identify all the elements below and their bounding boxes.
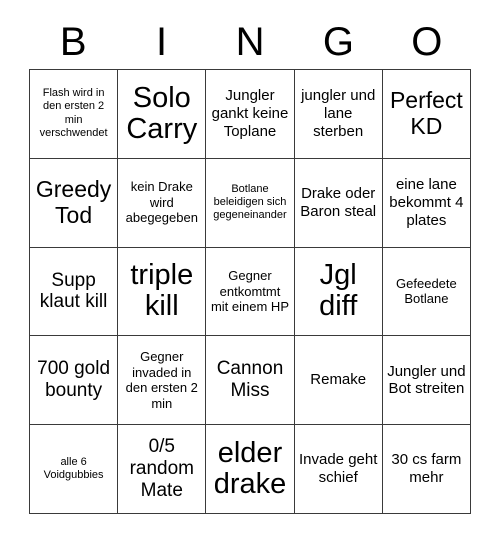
bingo-cell[interactable]: Greedy Tod <box>30 158 119 248</box>
bingo-header-letter-b: B <box>59 19 87 64</box>
bingo-cell-label: 0/5 random Mate <box>129 436 194 502</box>
bingo-cell[interactable]: triple kill <box>118 247 207 337</box>
bingo-cell[interactable]: kein Drake wird abegegeben <box>118 158 207 248</box>
bingo-header-row: B I N G O <box>29 14 471 69</box>
bingo-cell[interactable]: Gegner entkomtmt mit einem HP <box>206 247 295 337</box>
bingo-cell-label: Gegner invaded in den ersten 2 min <box>125 349 198 411</box>
bingo-cell[interactable]: 700 gold bounty <box>30 336 119 426</box>
bingo-cell[interactable]: Perfect KD <box>382 70 471 159</box>
bingo-cell[interactable]: alle 6 Voidgubbies <box>30 425 119 514</box>
bingo-cell[interactable]: Jungler und Bot streiten <box>382 336 471 426</box>
bingo-cell-label: Solo Carry <box>126 81 198 145</box>
bingo-cell[interactable]: Supp klaut kill <box>30 247 119 337</box>
bingo-grid: Flash wird in den ersten 2 min verschwen… <box>29 69 471 514</box>
bingo-cell[interactable]: eine lane bekommt 4 plates <box>382 158 471 248</box>
bingo-cell-label: Flash wird in den ersten 2 min verschwen… <box>39 87 108 140</box>
bingo-cell[interactable]: Gefeedete Botlane <box>382 247 471 337</box>
bingo-cell[interactable]: Jungler gankt keine Toplane <box>206 70 295 159</box>
bingo-cell-label: 30 cs farm mehr <box>391 451 462 487</box>
bingo-card: B I N G O Flash wird in den ersten 2 min… <box>0 0 500 544</box>
bingo-header-letter-o: O <box>411 19 443 64</box>
bingo-cell-label: Botlane beleidigen sich gegeneinander <box>213 182 287 222</box>
bingo-header-letter-g: G <box>322 19 354 64</box>
bingo-cell[interactable]: Gegner invaded in den ersten 2 min <box>118 336 207 426</box>
bingo-cell[interactable]: Jgl diff <box>294 247 383 337</box>
bingo-cell[interactable]: Drake oder Baron steal <box>294 158 383 248</box>
bingo-cell-label: Remake <box>310 371 367 389</box>
bingo-cell-label: Jgl diff <box>319 259 358 323</box>
bingo-cell-label: eine lane bekommt 4 plates <box>389 176 464 229</box>
bingo-cell[interactable]: Flash wird in den ersten 2 min verschwen… <box>30 70 119 159</box>
bingo-cell-label: Perfect KD <box>389 87 463 139</box>
bingo-cell[interactable]: Botlane beleidigen sich gegeneinander <box>206 158 295 248</box>
bingo-cell-label: Gegner entkomtmt mit einem HP <box>210 268 289 315</box>
bingo-cell[interactable]: Invade geht schief <box>294 425 383 514</box>
bingo-header-letter-n: N <box>235 19 265 64</box>
bingo-cell[interactable]: jungler und lane sterben <box>294 70 383 159</box>
bingo-cell-label: Jungler und Bot streiten <box>387 362 466 398</box>
bingo-cell-label: Gefeedete Botlane <box>396 275 457 307</box>
bingo-cell-label: Invade geht schief <box>298 451 378 487</box>
bingo-cell-label: jungler und lane sterben <box>301 87 376 140</box>
bingo-cell-label: kein Drake wird abegegeben <box>125 179 198 226</box>
bingo-cell[interactable]: Remake <box>294 336 383 426</box>
bingo-cell-label: 700 gold bounty <box>37 358 111 402</box>
bingo-cell-label: Cannon Miss <box>216 358 284 402</box>
bingo-cell-label: alle 6 Voidgubbies <box>43 455 104 482</box>
bingo-cell-label: Jungler gankt keine Toplane <box>211 87 289 140</box>
bingo-cell[interactable]: elder drake <box>206 425 295 514</box>
bingo-cell[interactable]: 30 cs farm mehr <box>382 425 471 514</box>
bingo-cell-label: elder drake <box>213 436 287 501</box>
bingo-header-letter-i: I <box>156 19 168 64</box>
bingo-cell-label: triple kill <box>130 259 194 323</box>
bingo-cell-label: Supp klaut kill <box>39 269 108 313</box>
bingo-cell[interactable]: Cannon Miss <box>206 336 295 426</box>
bingo-cell[interactable]: Solo Carry <box>118 70 207 159</box>
bingo-cell-label: Drake oder Baron steal <box>300 185 377 220</box>
bingo-cell-label: Greedy Tod <box>35 175 112 228</box>
bingo-cell[interactable]: 0/5 random Mate <box>118 425 207 514</box>
